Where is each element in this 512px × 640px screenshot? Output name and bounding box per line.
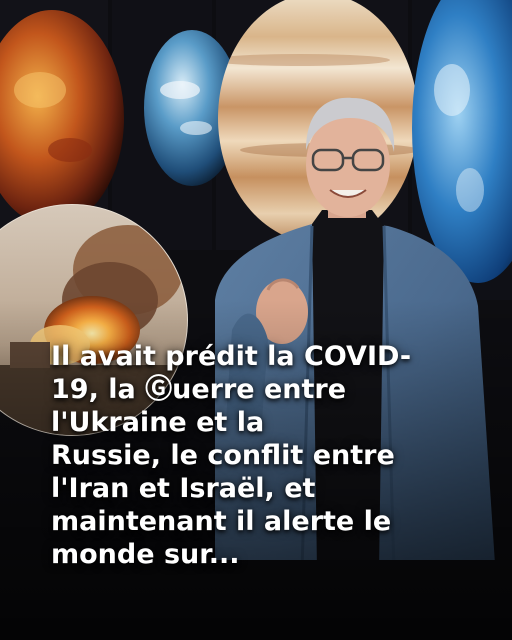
- caption-line: 19, la Ⓖuerre entre: [51, 374, 347, 405]
- caption-line: Il avait prédit la COVID-: [51, 341, 412, 372]
- caption-line: monde sur...: [51, 539, 240, 570]
- photo-frame: Il avait prédit la COVID- 19, la Ⓖuerre …: [0, 0, 512, 640]
- caption-line: Russie, le conflit entre: [51, 440, 395, 471]
- headline-caption: Il avait prédit la COVID- 19, la Ⓖuerre …: [51, 340, 471, 571]
- caption-line: l'Ukraine et la: [51, 407, 265, 438]
- caption-line: l'Iran et Israël, et: [51, 473, 316, 504]
- caption-line: maintenant il alerte le: [51, 506, 392, 537]
